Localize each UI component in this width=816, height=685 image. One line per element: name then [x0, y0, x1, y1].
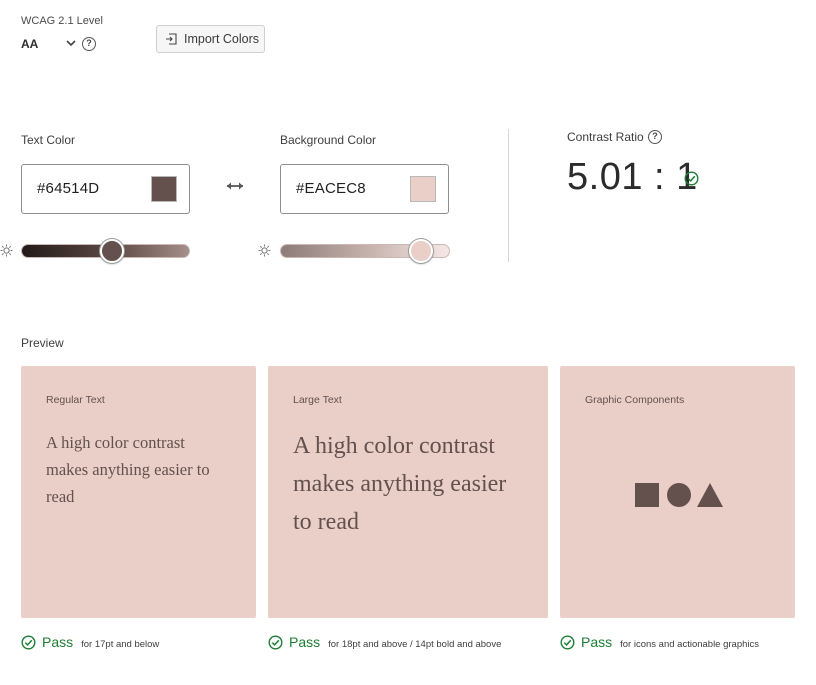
- import-colors-button[interactable]: Import Colors: [156, 25, 265, 53]
- import-colors-label: Import Colors: [184, 32, 260, 46]
- contrast-ratio-value: 5.01 : 1: [567, 156, 698, 198]
- background-color-label: Background Color: [280, 133, 377, 147]
- background-color-swatch[interactable]: [410, 176, 436, 202]
- triangle-icon: [697, 483, 723, 507]
- large-text-result: Pass for 18pt and above / 14pt bold and …: [268, 634, 501, 650]
- wcag-help-icon[interactable]: ?: [82, 37, 96, 51]
- contrast-help-icon[interactable]: ?: [648, 130, 662, 144]
- square-icon: [635, 483, 659, 507]
- text-lightness-slider-thumb[interactable]: [100, 239, 125, 263]
- text-color-swatch[interactable]: [151, 176, 177, 202]
- pass-description: for icons and actionable graphics: [620, 639, 760, 650]
- text-color-hex[interactable]: #64514D: [37, 180, 99, 197]
- sun-icon: [0, 244, 13, 257]
- checkmark-circle-icon: [21, 634, 36, 650]
- wcag-level-value: AA: [21, 37, 39, 51]
- pass-status: Pass: [42, 634, 74, 650]
- swap-arrows-icon[interactable]: [226, 180, 244, 192]
- regular-text-preview-card: Regular Text A high color contrast makes…: [21, 366, 256, 618]
- chevron-down-icon: [66, 40, 76, 47]
- wcag-level-label: WCAG 2.1 Level: [21, 15, 103, 27]
- import-icon: [166, 33, 177, 45]
- large-text-sample: A high color contrast makes anything eas…: [293, 433, 507, 535]
- regular-text-result: Pass for 17pt and below: [21, 634, 159, 650]
- wcag-level-dropdown[interactable]: AA: [21, 35, 77, 53]
- background-color-field[interactable]: #EACEC8: [280, 164, 449, 214]
- text-color-field[interactable]: #64514D: [21, 164, 190, 214]
- pass-description: for 18pt and above / 14pt bold and above: [328, 639, 502, 650]
- checkmark-circle-icon: [684, 171, 699, 186]
- graphic-components-result: Pass for icons and actionable graphics: [560, 634, 759, 650]
- large-text-preview-card: Large Text A high color contrast makes a…: [268, 366, 548, 618]
- card-title: Large Text: [293, 394, 342, 406]
- pass-status: Pass: [289, 634, 321, 650]
- circle-icon: [667, 483, 691, 507]
- text-color-label: Text Color: [21, 133, 76, 147]
- checkmark-circle-icon: [560, 634, 575, 650]
- section-divider: [508, 129, 509, 262]
- pass-status: Pass: [581, 634, 613, 650]
- preview-label: Preview: [21, 336, 64, 350]
- card-title: Regular Text: [46, 394, 105, 406]
- contrast-ratio-label: Contrast Ratio: [567, 130, 644, 144]
- regular-text-sample: A high color contrast makes anything eas…: [46, 433, 210, 506]
- checkmark-circle-icon: [268, 634, 283, 650]
- graphic-shapes: [635, 483, 723, 507]
- pass-description: for 17pt and below: [81, 639, 160, 650]
- graphic-components-preview-card: Graphic Components: [560, 366, 795, 618]
- background-lightness-slider-thumb[interactable]: [409, 239, 434, 263]
- sun-icon: [258, 244, 271, 257]
- card-title: Graphic Components: [585, 394, 685, 406]
- background-color-hex[interactable]: #EACEC8: [296, 180, 366, 197]
